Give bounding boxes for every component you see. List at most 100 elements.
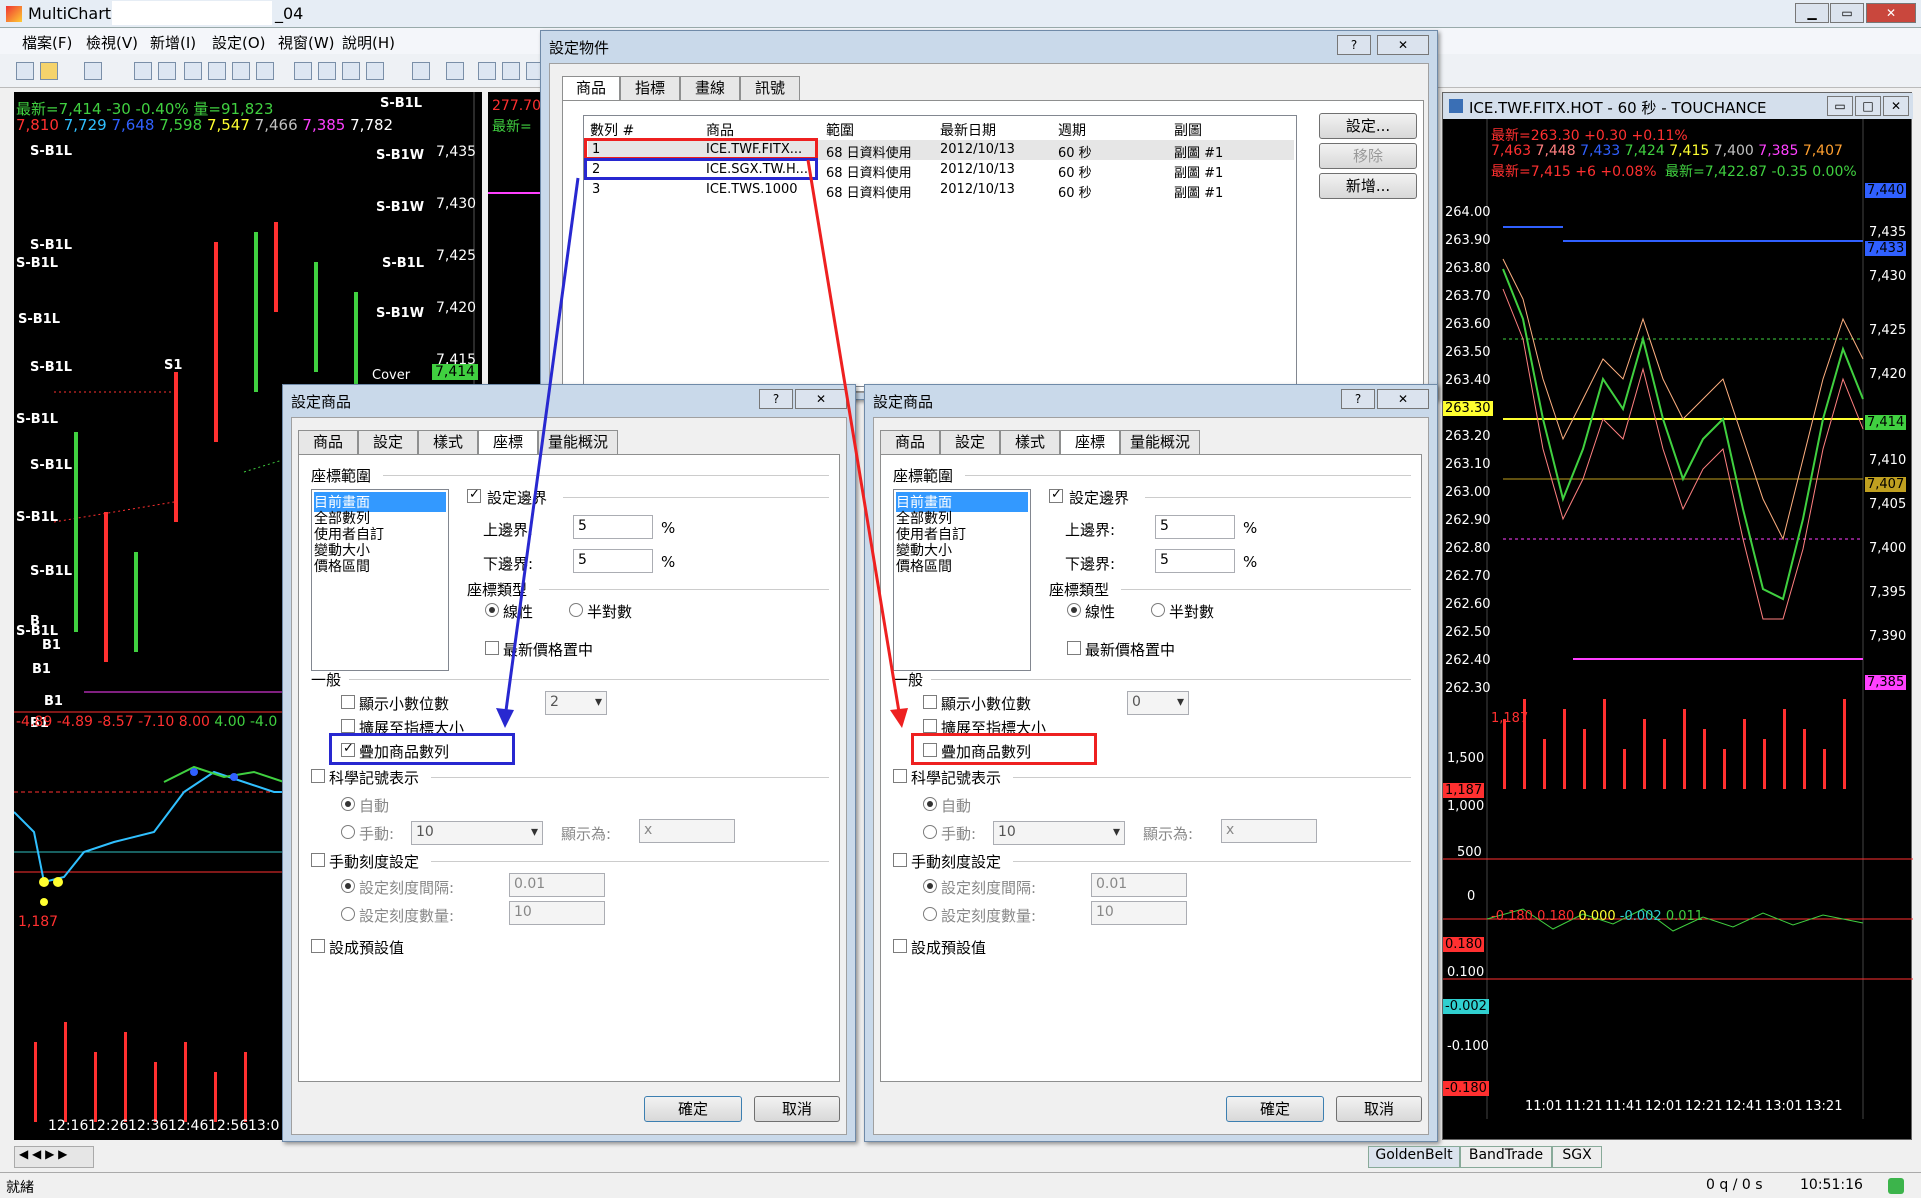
format-symbol-dialog-left[interactable]: 設定商品 ? ✕ 商品 設定 樣式 座標 量能概況 座標範圍 目前畫面 全部數列…: [282, 384, 856, 1142]
col-header-period[interactable]: 週期: [1058, 120, 1086, 140]
chart3-icon[interactable]: [184, 62, 202, 80]
scientific-checkbox[interactable]: [893, 769, 907, 783]
menu-view[interactable]: 檢視(V): [86, 32, 138, 53]
save-icon[interactable]: [84, 62, 102, 80]
semilog-radio[interactable]: [569, 603, 583, 617]
upper-margin-input[interactable]: 5: [1155, 515, 1235, 539]
manual-radio[interactable]: [923, 825, 937, 839]
tick-interval-radio[interactable]: [923, 879, 937, 893]
lower-margin-input[interactable]: 5: [573, 549, 653, 573]
tick-interval-input[interactable]: 0.01: [509, 873, 605, 897]
col-header-last-date[interactable]: 最新日期: [940, 120, 996, 140]
tab-style[interactable]: 樣式: [1000, 430, 1060, 454]
decimals-select[interactable]: 2: [545, 691, 607, 715]
format-symbol-dialog-right[interactable]: 設定商品 ? ✕ 商品 設定 樣式 座標 量能概況 座標範圍 目前畫面 全部數列…: [864, 384, 1438, 1142]
tab-symbol[interactable]: 商品: [880, 430, 940, 454]
chart-icon[interactable]: [134, 62, 152, 80]
candle-icon[interactable]: [502, 62, 520, 80]
close-button[interactable]: ✕: [1377, 35, 1429, 55]
workspace-tab-sgx[interactable]: SGX: [1552, 1146, 1602, 1168]
pen-icon[interactable]: [366, 62, 384, 80]
tab-scaling[interactable]: 座標: [1060, 430, 1120, 457]
tick-count-input[interactable]: 10: [509, 901, 605, 925]
display-as-input[interactable]: x: [639, 819, 735, 843]
tab-indicators[interactable]: 指標: [620, 76, 680, 100]
lower-margin-input[interactable]: 5: [1155, 549, 1235, 573]
table-row[interactable]: 3 ICE.TWS.1000 68 日資料使用 2012/10/13 60 秒 …: [588, 180, 1294, 201]
manual-select[interactable]: 10: [411, 821, 543, 845]
tick-interval-input[interactable]: 0.01: [1091, 873, 1187, 897]
close-button[interactable]: ✕: [1866, 3, 1916, 23]
menu-help[interactable]: 說明(H): [342, 32, 395, 53]
help-button[interactable]: ?: [1337, 35, 1371, 55]
help-button[interactable]: ?: [1341, 389, 1375, 409]
tab-settings[interactable]: 設定: [940, 430, 1000, 454]
linear-radio[interactable]: [485, 603, 499, 617]
col-header-range[interactable]: 範圍: [826, 120, 854, 140]
tick-count-input[interactable]: 10: [1091, 901, 1187, 925]
tab-instruments[interactable]: 商品: [562, 76, 620, 103]
help-button[interactable]: ?: [759, 389, 793, 409]
col-header-series[interactable]: 數列 #: [590, 120, 634, 140]
set-margin-checkbox[interactable]: [467, 487, 481, 503]
list-item[interactable]: 價格區間: [896, 556, 952, 576]
manual-select[interactable]: 10: [993, 821, 1125, 845]
set-margin-checkbox[interactable]: [1049, 487, 1063, 503]
tab-settings[interactable]: 設定: [358, 430, 418, 454]
workspace-tab-bandtrade[interactable]: BandTrade: [1460, 1146, 1552, 1168]
menu-insert[interactable]: 新增(I): [150, 32, 196, 53]
tab-symbol[interactable]: 商品: [298, 430, 358, 454]
set-default-checkbox[interactable]: [893, 939, 907, 953]
new-button[interactable]: 新增...: [1319, 173, 1417, 199]
menu-settings[interactable]: 設定(O): [212, 32, 266, 53]
bar-icon[interactable]: [478, 62, 496, 80]
close-icon[interactable]: ✕: [1883, 96, 1909, 116]
workspace-tab-goldenbelt[interactable]: GoldenBelt: [1368, 1146, 1460, 1168]
instruments-list[interactable]: 數列 # 商品 範圍 最新日期 週期 副圖 1 ICE.TWF.FITX... …: [583, 115, 1297, 387]
expand-checkbox[interactable]: [341, 719, 355, 733]
tick-interval-radio[interactable]: [341, 879, 355, 893]
center-last-price-checkbox[interactable]: [1067, 641, 1081, 655]
tab-drawings[interactable]: 畫線: [680, 76, 740, 100]
drawing-icon[interactable]: [342, 62, 360, 80]
chart-scrollbar[interactable]: ◀ ◀ ▶ ▶: [14, 1146, 94, 1168]
tab-scaling[interactable]: 座標: [478, 430, 538, 457]
tab-volume-profile[interactable]: 量能概況: [1120, 430, 1200, 454]
auto-radio[interactable]: [923, 797, 937, 811]
set-default-checkbox[interactable]: [311, 939, 325, 953]
new-icon[interactable]: [16, 62, 34, 80]
chart5-icon[interactable]: [232, 62, 250, 80]
minimize-button[interactable]: ▁: [1795, 3, 1829, 23]
tick-count-radio[interactable]: [341, 907, 355, 921]
menu-file[interactable]: 檔案(F): [22, 32, 72, 53]
manual-radio[interactable]: [341, 825, 355, 839]
tick-count-radio[interactable]: [923, 907, 937, 921]
center-last-price-checkbox[interactable]: [485, 641, 499, 655]
scientific-checkbox[interactable]: [311, 769, 325, 783]
tab-volume-profile[interactable]: 量能概況: [538, 430, 618, 454]
decimals-select[interactable]: 0: [1127, 691, 1189, 715]
remove-button[interactable]: 移除: [1319, 143, 1417, 169]
open-icon[interactable]: [40, 62, 58, 80]
col-header-subchart[interactable]: 副圖: [1174, 120, 1202, 140]
window-icon[interactable]: [446, 62, 464, 80]
chart4-icon[interactable]: [208, 62, 226, 80]
chart2-icon[interactable]: [158, 62, 176, 80]
tab-signals[interactable]: 訊號: [740, 76, 800, 100]
close-button[interactable]: ✕: [1377, 389, 1429, 409]
ok-button[interactable]: 確定: [644, 1096, 742, 1122]
mid-chart-pane[interactable]: 277.70 最新=: [488, 92, 548, 392]
chart6-icon[interactable]: [256, 62, 274, 80]
maximize-icon[interactable]: □: [1855, 96, 1881, 116]
strategy-icon[interactable]: [412, 62, 430, 80]
tab-style[interactable]: 樣式: [418, 430, 478, 454]
menu-window[interactable]: 視窗(W): [278, 32, 335, 53]
semilog-radio[interactable]: [1151, 603, 1165, 617]
cancel-button[interactable]: 取消: [1336, 1096, 1422, 1122]
display-as-input[interactable]: x: [1221, 819, 1317, 843]
range-list[interactable]: 目前畫面 全部數列 使用者自訂 變動大小 價格區間: [311, 489, 449, 671]
upper-margin-input[interactable]: 5: [573, 515, 653, 539]
manual-tick-checkbox[interactable]: [893, 853, 907, 867]
maximize-button[interactable]: ▭: [1830, 3, 1864, 23]
indicator-icon[interactable]: [294, 62, 312, 80]
